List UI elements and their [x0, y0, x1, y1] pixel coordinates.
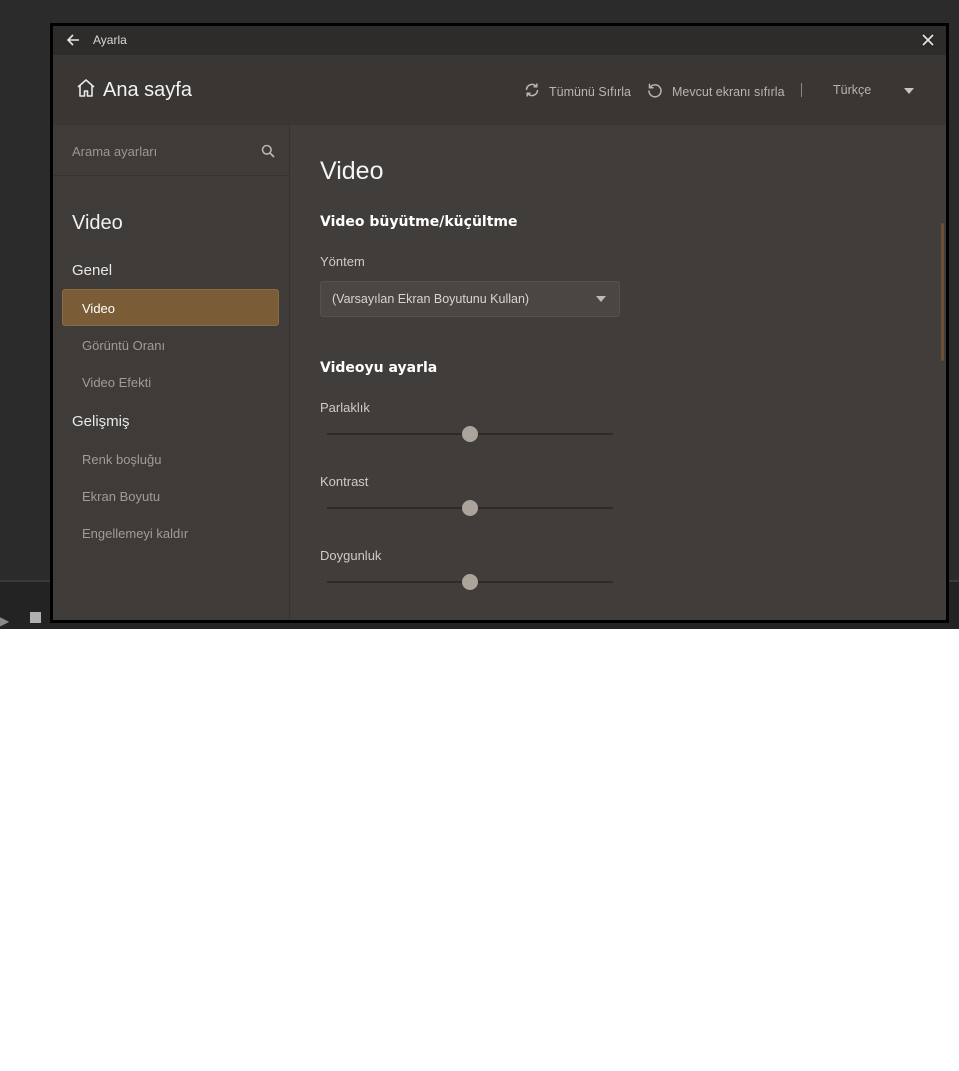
play-icon[interactable]: ▶: [0, 614, 9, 628]
settings-content: Video Video büyütme/küçültme Yöntem (Var…: [290, 125, 946, 620]
content-scrollbar[interactable]: [941, 223, 944, 361]
home-button[interactable]: Ana sayfa: [75, 77, 192, 103]
sidebar-group-general: Genel: [72, 262, 113, 279]
settings-dialog-body: Ayarla Ana sayfa Tümünü Sıfırla Mevcut e…: [53, 26, 946, 620]
search-input[interactable]: [72, 139, 252, 163]
reset-all-label: Tümünü Sıfırla: [549, 84, 631, 99]
contrast-label: Kontrast: [320, 474, 369, 489]
settings-dialog: Ayarla Ana sayfa Tümünü Sıfırla Mevcut e…: [50, 23, 949, 623]
sidebar-item-color-space[interactable]: Renk boşluğu: [82, 452, 162, 467]
adjust-heading: Videoyu ayarla: [320, 360, 438, 376]
sidebar-item-video-effect[interactable]: Video Efekti: [82, 375, 151, 390]
sidebar-item-aspect-ratio[interactable]: Görüntü Oranı: [82, 338, 165, 353]
sidebar-item-video[interactable]: Video: [62, 289, 279, 326]
home-label: Ana sayfa: [103, 78, 192, 101]
page-title: Video: [320, 157, 384, 185]
chevron-down-icon: [596, 296, 606, 302]
dialog-title: Ayarla: [93, 33, 127, 47]
dialog-titlebar: Ayarla: [53, 26, 946, 55]
header-separator: [801, 83, 802, 97]
settings-sidebar: Video Genel Video Görüntü Oranı Video Ef…: [53, 125, 290, 620]
method-select-value: (Varsayılan Ekran Boyutunu Kullan): [332, 292, 530, 306]
settings-header: Ana sayfa Tümünü Sıfırla Mevcut ekranı s…: [53, 55, 946, 125]
sidebar-group-advanced: Gelişmiş: [72, 413, 130, 430]
reset-current-button[interactable]: Mevcut ekranı sıfırla: [646, 81, 785, 102]
home-icon: [75, 77, 97, 103]
brightness-slider[interactable]: [327, 426, 613, 442]
sidebar-section-title: Video: [72, 212, 123, 234]
undo-icon: [646, 81, 672, 102]
saturation-slider[interactable]: [327, 574, 613, 590]
search-icon[interactable]: [261, 143, 275, 162]
saturation-label: Doygunluk: [320, 548, 382, 563]
slider-thumb[interactable]: [462, 574, 478, 590]
stop-icon[interactable]: [30, 612, 41, 623]
sidebar-item-screen-size[interactable]: Ekran Boyutu: [82, 489, 160, 504]
refresh-icon: [523, 81, 549, 102]
language-select[interactable]: Türkçe: [833, 83, 871, 97]
chevron-down-icon[interactable]: [904, 88, 914, 94]
sidebar-item-label: Video: [82, 301, 116, 316]
method-select[interactable]: (Varsayılan Ekran Boyutunu Kullan): [320, 281, 620, 317]
reset-current-label: Mevcut ekranı sıfırla: [672, 84, 785, 99]
close-icon[interactable]: [919, 31, 937, 49]
brightness-label: Parlaklık: [320, 400, 370, 415]
reset-all-button[interactable]: Tümünü Sıfırla: [523, 81, 631, 102]
contrast-slider[interactable]: [327, 500, 613, 516]
search-container: [53, 125, 289, 176]
slider-thumb[interactable]: [462, 500, 478, 516]
sidebar-item-unblock[interactable]: Engellemeyi kaldır: [82, 526, 188, 541]
slider-thumb[interactable]: [462, 426, 478, 442]
method-label: Yöntem: [320, 254, 365, 269]
back-arrow-icon[interactable]: [64, 31, 82, 49]
scaling-heading: Video büyütme/küçültme: [320, 214, 518, 230]
